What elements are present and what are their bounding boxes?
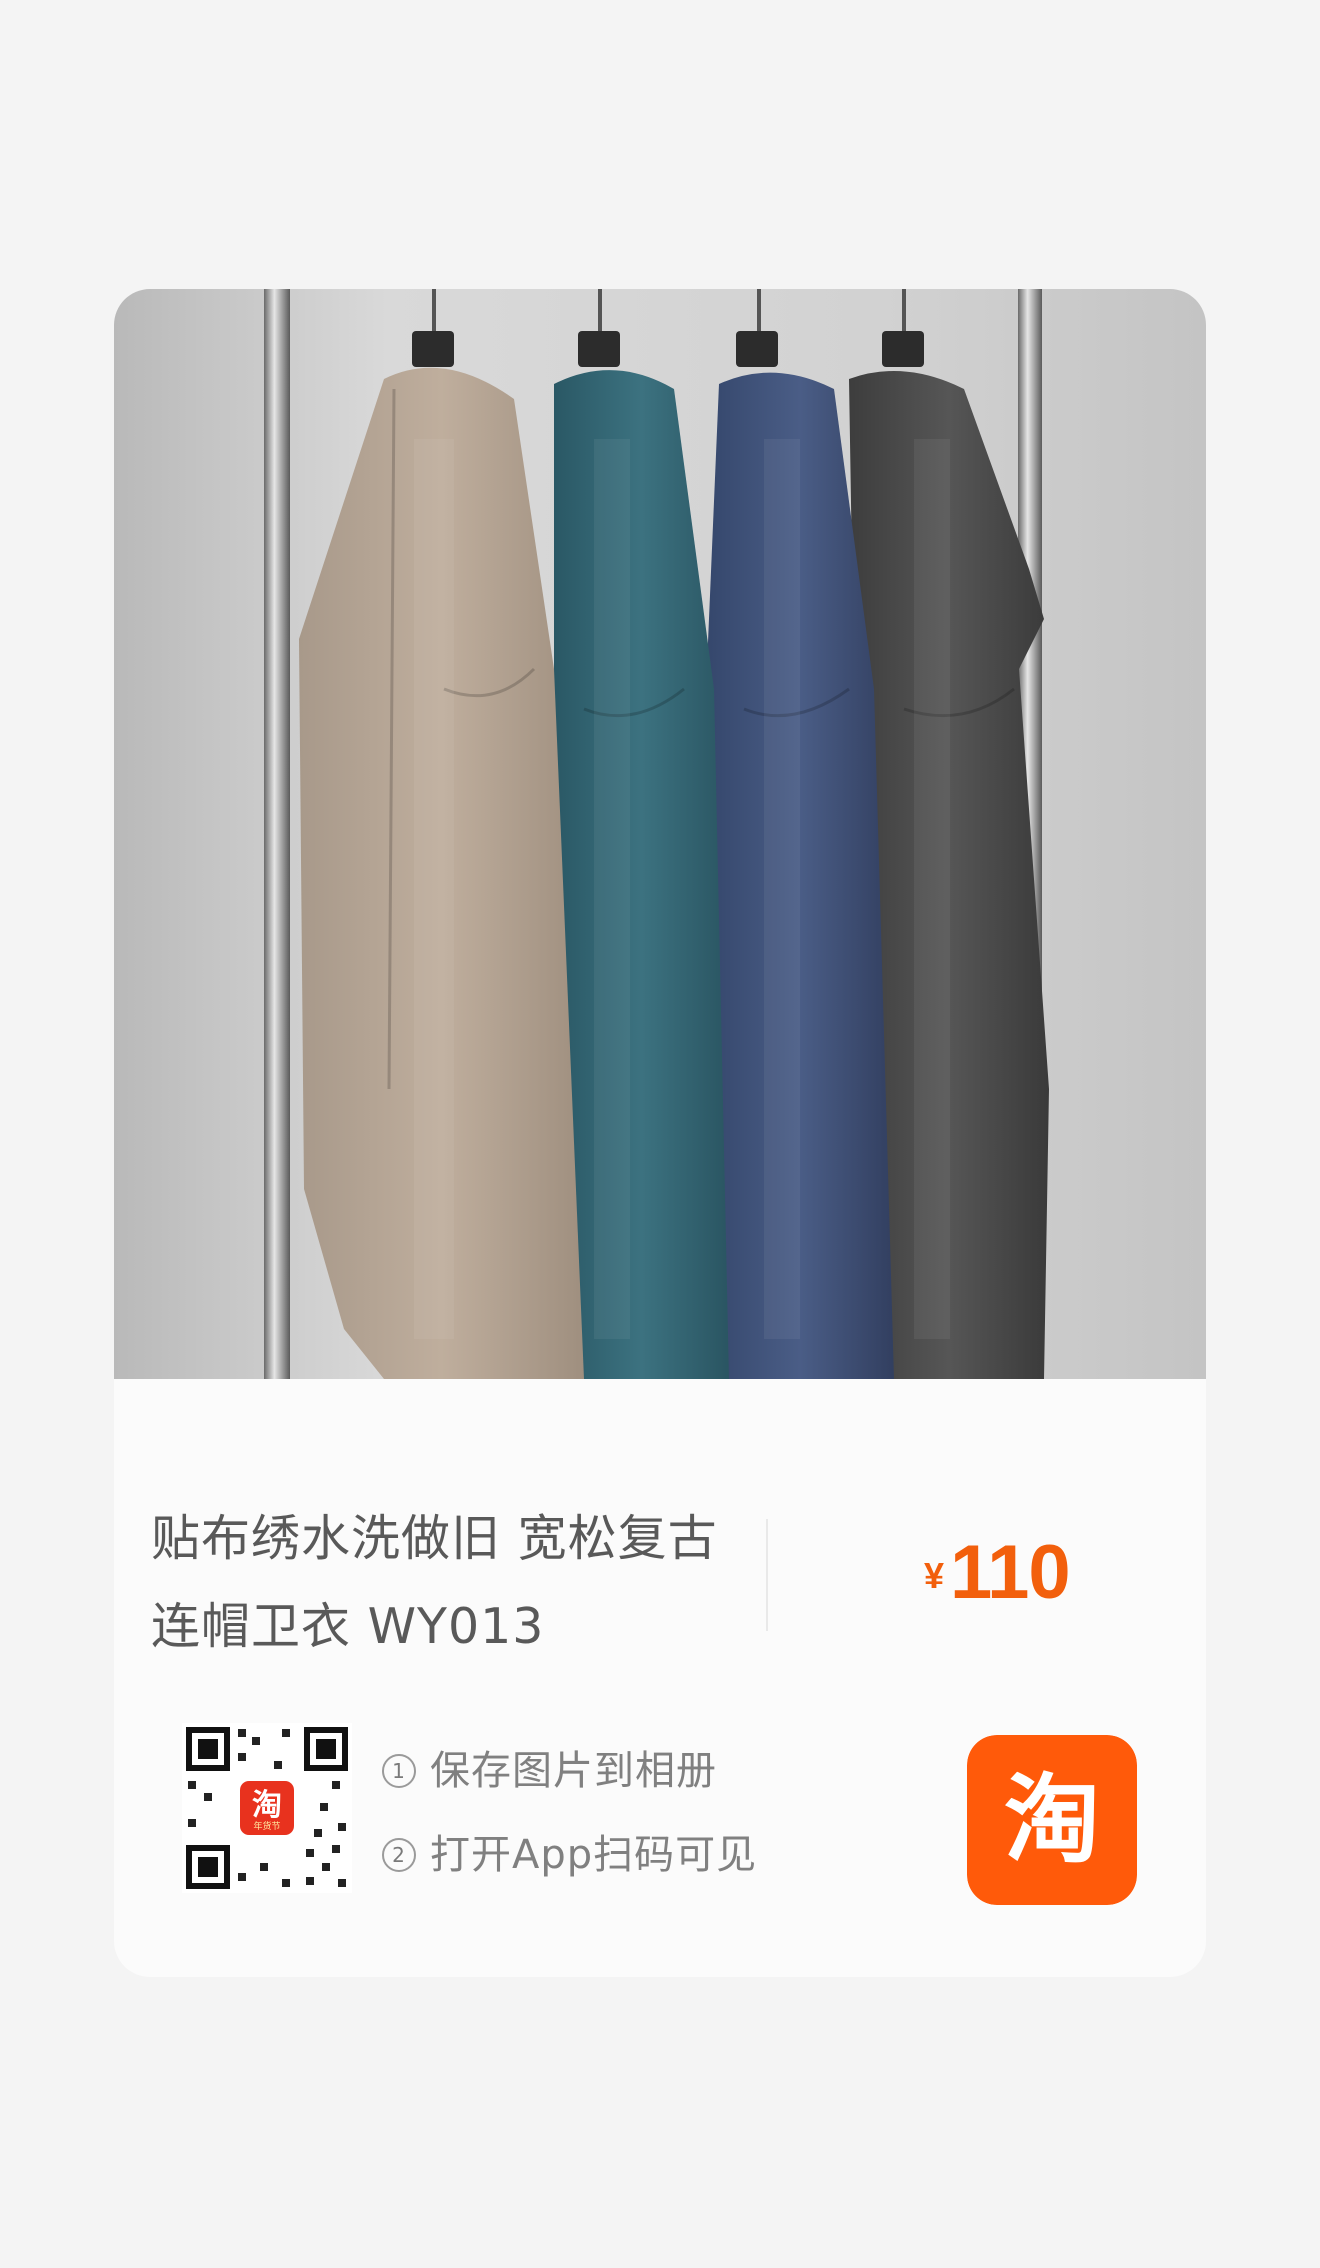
divider (766, 1519, 768, 1631)
instructions: 1 保存图片到相册 2 打开App扫码可见 (382, 1729, 757, 1897)
instruction-step-1: 1 保存图片到相册 (382, 1729, 757, 1813)
step-text-2: 打开App扫码可见 (430, 1832, 758, 1878)
qr-code: 淘 年货节 (182, 1723, 352, 1893)
step-text-1: 保存图片到相册 (430, 1748, 717, 1794)
share-card: 贴布绣水洗做旧 宽松复古 连帽卫衣 WY013 ¥110 淘 年货节 1 保存图… (114, 289, 1206, 1977)
currency-symbol: ¥ (924, 1555, 945, 1596)
product-info: 贴布绣水洗做旧 宽松复古 连帽卫衣 WY013 ¥110 淘 年货节 1 保存图… (114, 1379, 1206, 1977)
qr-finder-top-left (186, 1727, 230, 1771)
product-photo (114, 289, 1206, 1379)
taobao-badge-sub: 年货节 (253, 1820, 280, 1832)
price-value: 110 (950, 1530, 1071, 1615)
instruction-step-2: 2 打开App扫码可见 (382, 1813, 757, 1897)
product-price: ¥110 (924, 1529, 1071, 1616)
taobao-app-glyph: 淘 (1004, 1764, 1100, 1876)
product-title-line2: 连帽卫衣 WY013 (151, 1598, 545, 1655)
step-number-1: 1 (382, 1754, 416, 1788)
qr-finder-top-right (304, 1727, 348, 1771)
qr-finder-bottom-left (186, 1845, 230, 1889)
taobao-app-icon[interactable]: 淘 (967, 1735, 1137, 1905)
taobao-badge-glyph: 淘 (252, 1788, 282, 1823)
step-number-2: 2 (382, 1838, 416, 1872)
product-title[interactable]: 贴布绣水洗做旧 宽松复古 连帽卫衣 WY013 (151, 1495, 741, 1671)
product-title-line1: 贴布绣水洗做旧 宽松复古 (151, 1510, 718, 1567)
